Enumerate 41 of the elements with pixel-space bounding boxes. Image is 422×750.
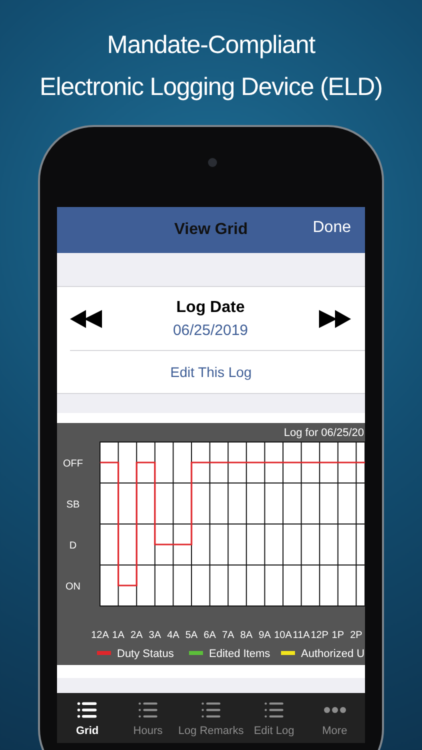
axis-label: 9A xyxy=(258,630,271,641)
previous-button[interactable] xyxy=(70,310,102,328)
axis-label: 1A xyxy=(112,630,124,641)
tab-item[interactable]: Grid xyxy=(57,693,118,743)
axis-label: 10A xyxy=(274,630,292,641)
axis-label: 1P xyxy=(332,630,344,641)
done-button[interactable]: Done xyxy=(312,219,351,237)
tab-item[interactable]: Hours xyxy=(118,693,178,743)
legend-label: Duty Status xyxy=(117,648,174,660)
headline: Mandate-Compliant Electronic Logging Device (ELD) xyxy=(38,30,384,103)
tab-item[interactable]: Edit Log xyxy=(244,693,304,743)
axis-label: 12P xyxy=(310,630,328,641)
axis-label: 2P xyxy=(350,630,362,641)
axis-label: SB xyxy=(66,500,80,510)
log-date-value: 06/25/2019 xyxy=(172,322,248,338)
list-icon xyxy=(76,699,98,721)
axis-label: 5A xyxy=(185,630,198,641)
camera-icon xyxy=(208,158,217,167)
axis-label: 2A xyxy=(130,630,143,641)
axis-label: ON xyxy=(66,582,80,592)
log-date-label: Log Date xyxy=(176,298,245,316)
fast-forward-icon xyxy=(318,310,351,328)
axis-label: 7A xyxy=(222,630,234,641)
tab-item[interactable]: Log Remarks xyxy=(178,693,244,743)
legend-label: Edited Items xyxy=(209,648,270,660)
axis-label: D xyxy=(69,540,77,552)
axis-label: 6A xyxy=(204,630,216,641)
chart-title: Log for 06/25/20 xyxy=(284,427,364,439)
axis-label: 8A xyxy=(240,630,253,641)
next-button[interactable] xyxy=(318,310,351,328)
axis-label: OFF xyxy=(63,458,83,470)
edit-log-link[interactable]: Edit This Log xyxy=(57,351,365,393)
more-icon xyxy=(324,707,346,713)
axis-label: 3A xyxy=(148,630,162,641)
tab-item[interactable]: More xyxy=(304,693,365,743)
legend-label: Authorized U xyxy=(301,648,365,660)
axis-label: 11A xyxy=(292,630,310,641)
axis-label: 12A xyxy=(91,630,109,641)
nav-title: View Grid xyxy=(174,221,248,239)
rewind-icon xyxy=(70,310,102,328)
axis-label: 4A xyxy=(167,630,180,641)
